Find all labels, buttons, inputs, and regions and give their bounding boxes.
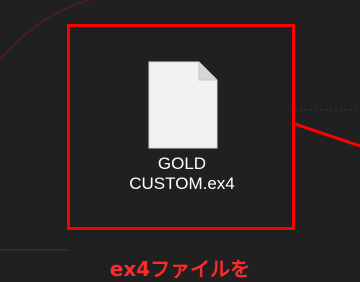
highlight-frame: [67, 24, 295, 230]
caption-text: ex4ファイルを: [109, 257, 251, 281]
